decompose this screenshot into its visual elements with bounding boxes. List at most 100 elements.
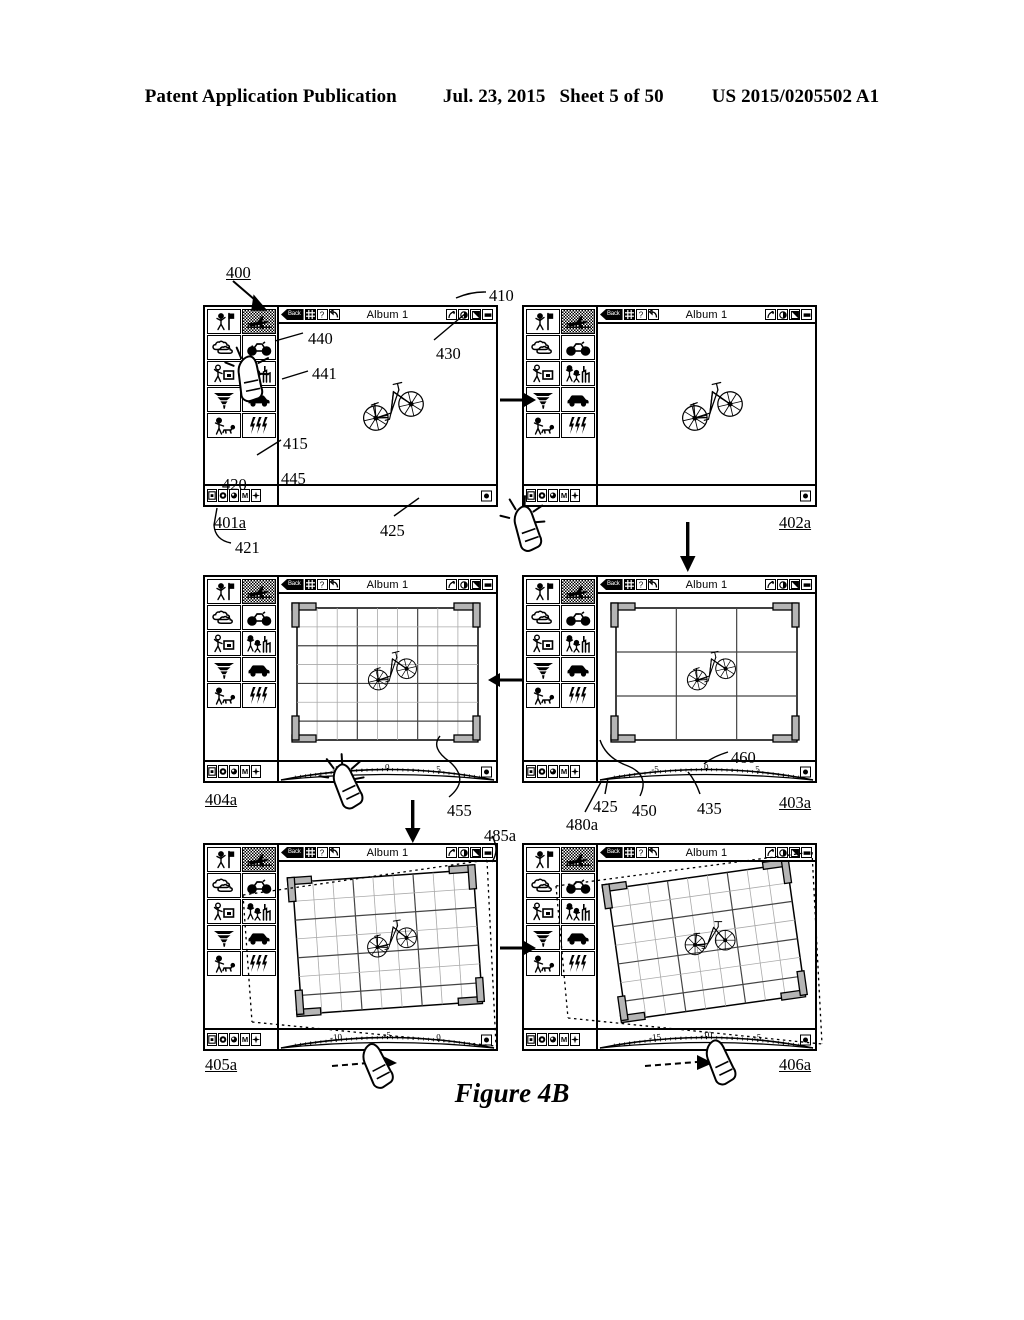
adjust-icon[interactable]	[548, 489, 558, 502]
sidebar-icon-people-factory-icon[interactable]	[242, 361, 276, 386]
sidebar-icon-bicycle-icon[interactable]	[242, 605, 276, 630]
sidebar-icon-tornado-icon[interactable]	[526, 657, 560, 682]
device-panel-404a[interactable]: Back ? Album 1 M -5 0 5	[203, 575, 498, 783]
crop-tool-icon[interactable]	[526, 765, 536, 778]
bottom-right-area[interactable]	[598, 486, 815, 505]
adjust-icon[interactable]	[229, 1033, 239, 1046]
crop-tool-icon[interactable]	[526, 1033, 536, 1046]
markup-icon[interactable]: M	[559, 489, 569, 502]
sidebar-icon-person-dog-icon[interactable]	[526, 413, 560, 438]
settings-gear-icon[interactable]	[481, 1034, 492, 1045]
settings-gear-icon[interactable]	[481, 766, 492, 777]
sidebar-icon-person-flag-icon[interactable]	[207, 847, 241, 872]
sidebar-icon-person-flag-icon[interactable]	[526, 847, 560, 872]
sidebar-icon-clouds-icon[interactable]	[526, 335, 560, 360]
sidebar-icon-tornado-icon[interactable]	[526, 387, 560, 412]
sidebar-icon-person-picture-frame-icon[interactable]	[207, 631, 241, 656]
sidebar-icon-person-flag-icon[interactable]	[207, 579, 241, 604]
enhance-icon[interactable]	[570, 489, 580, 502]
sidebar-icon-car-icon[interactable]	[242, 387, 276, 412]
sidebar-icon-person-picture-frame-icon[interactable]	[207, 361, 241, 386]
sidebar-icon-lightning-icon[interactable]	[242, 951, 276, 976]
sidebar-icon-bicycle-icon[interactable]	[242, 873, 276, 898]
sidebar-icon-lightning-icon[interactable]	[561, 683, 595, 708]
sidebar-icon-car-icon[interactable]	[561, 387, 595, 412]
device-panel-406a[interactable]: Back ? Album 1 M -15 -10 -5	[522, 843, 817, 1051]
sidebar-icon-car-icon[interactable]	[561, 657, 595, 682]
markup-icon[interactable]: M	[240, 1033, 250, 1046]
effects-icon[interactable]	[218, 1033, 228, 1046]
bottom-right-area[interactable]: -15 -10 -5	[598, 1030, 815, 1049]
settings-gear-icon[interactable]	[800, 1034, 811, 1045]
sidebar-icon-clouds-icon[interactable]	[207, 605, 241, 630]
photo-canvas[interactable]	[598, 862, 815, 1028]
photo-canvas[interactable]	[279, 862, 496, 1028]
sidebar-icon-person-dog-icon[interactable]	[526, 951, 560, 976]
rotation-dial[interactable]: -15 -10 -5	[598, 1028, 815, 1049]
effects-icon[interactable]	[537, 765, 547, 778]
crop-tool-icon[interactable]	[207, 489, 217, 502]
device-panel-401a[interactable]: Back ? Album 1 M	[203, 305, 498, 507]
sidebar-icon-car-icon[interactable]	[561, 925, 595, 950]
enhance-icon[interactable]	[251, 765, 261, 778]
sidebar-icon-people-factory-icon[interactable]	[561, 899, 595, 924]
settings-gear-icon[interactable]	[800, 766, 811, 777]
crop-tool-icon[interactable]	[207, 765, 217, 778]
device-panel-405a[interactable]: Back ? Album 1 M -10 -5 0	[203, 843, 498, 1051]
effects-icon[interactable]	[537, 1033, 547, 1046]
sidebar-icon-tornado-icon[interactable]	[207, 657, 241, 682]
photo-canvas[interactable]	[598, 324, 815, 484]
adjust-icon[interactable]	[548, 1033, 558, 1046]
sidebar-icon-person-flag-icon[interactable]	[526, 579, 560, 604]
sidebar-icon-person-picture-frame-icon[interactable]	[526, 899, 560, 924]
sidebar-icon-clouds-icon[interactable]	[207, 873, 241, 898]
enhance-icon[interactable]	[570, 765, 580, 778]
effects-icon[interactable]	[218, 765, 228, 778]
device-panel-402a[interactable]: Back ? Album 1 M	[522, 305, 817, 507]
sidebar-icon-people-factory-icon[interactable]	[561, 631, 595, 656]
sidebar-icon-airplane-icon[interactable]	[242, 579, 276, 604]
sidebar-icon-airplane-icon[interactable]	[242, 309, 276, 334]
device-panel-403a[interactable]: Back ? Album 1 M -5 0 5	[522, 575, 817, 783]
settings-gear-icon[interactable]	[800, 490, 811, 501]
sidebar-icon-airplane-icon[interactable]	[561, 309, 595, 334]
enhance-icon[interactable]	[570, 1033, 580, 1046]
effects-icon[interactable]	[537, 489, 547, 502]
bottom-right-area[interactable]: -10 -5 0	[279, 1030, 496, 1049]
rotation-dial[interactable]: -5 0 5	[279, 760, 496, 781]
sidebar-icon-lightning-icon[interactable]	[242, 413, 276, 438]
sidebar-icon-tornado-icon[interactable]	[207, 387, 241, 412]
crop-tool-icon[interactable]	[526, 489, 536, 502]
bottom-right-area[interactable]	[279, 486, 496, 505]
bottom-right-area[interactable]: -5 0 5	[598, 762, 815, 781]
sidebar-icon-lightning-icon[interactable]	[561, 413, 595, 438]
sidebar-icon-car-icon[interactable]	[242, 657, 276, 682]
sidebar-icon-person-picture-frame-icon[interactable]	[526, 631, 560, 656]
sidebar-icon-airplane-icon[interactable]	[561, 579, 595, 604]
crop-tool-icon[interactable]	[207, 1033, 217, 1046]
sidebar-icon-person-picture-frame-icon[interactable]	[526, 361, 560, 386]
sidebar-icon-lightning-icon[interactable]	[561, 951, 595, 976]
sidebar-icon-tornado-icon[interactable]	[207, 925, 241, 950]
photo-canvas[interactable]	[598, 594, 815, 760]
markup-icon[interactable]: M	[559, 765, 569, 778]
sidebar-icon-tornado-icon[interactable]	[526, 925, 560, 950]
sidebar-icon-clouds-icon[interactable]	[526, 873, 560, 898]
sidebar-icon-person-dog-icon[interactable]	[207, 683, 241, 708]
sidebar-icon-people-factory-icon[interactable]	[561, 361, 595, 386]
markup-icon[interactable]: M	[559, 1033, 569, 1046]
sidebar-icon-bicycle-icon[interactable]	[561, 605, 595, 630]
sidebar-icon-bicycle-icon[interactable]	[242, 335, 276, 360]
rotation-dial[interactable]: -10 -5 0	[279, 1028, 496, 1049]
sidebar-icon-bicycle-icon[interactable]	[561, 873, 595, 898]
sidebar-icon-people-factory-icon[interactable]	[242, 631, 276, 656]
photo-canvas[interactable]	[279, 594, 496, 760]
sidebar-icon-airplane-icon[interactable]	[561, 847, 595, 872]
sidebar-icon-bicycle-icon[interactable]	[561, 335, 595, 360]
sidebar-icon-lightning-icon[interactable]	[242, 683, 276, 708]
markup-icon[interactable]: M	[240, 765, 250, 778]
adjust-icon[interactable]	[548, 765, 558, 778]
sidebar-icon-person-dog-icon[interactable]	[207, 413, 241, 438]
sidebar-icon-car-icon[interactable]	[242, 925, 276, 950]
sidebar-icon-person-flag-icon[interactable]	[526, 309, 560, 334]
